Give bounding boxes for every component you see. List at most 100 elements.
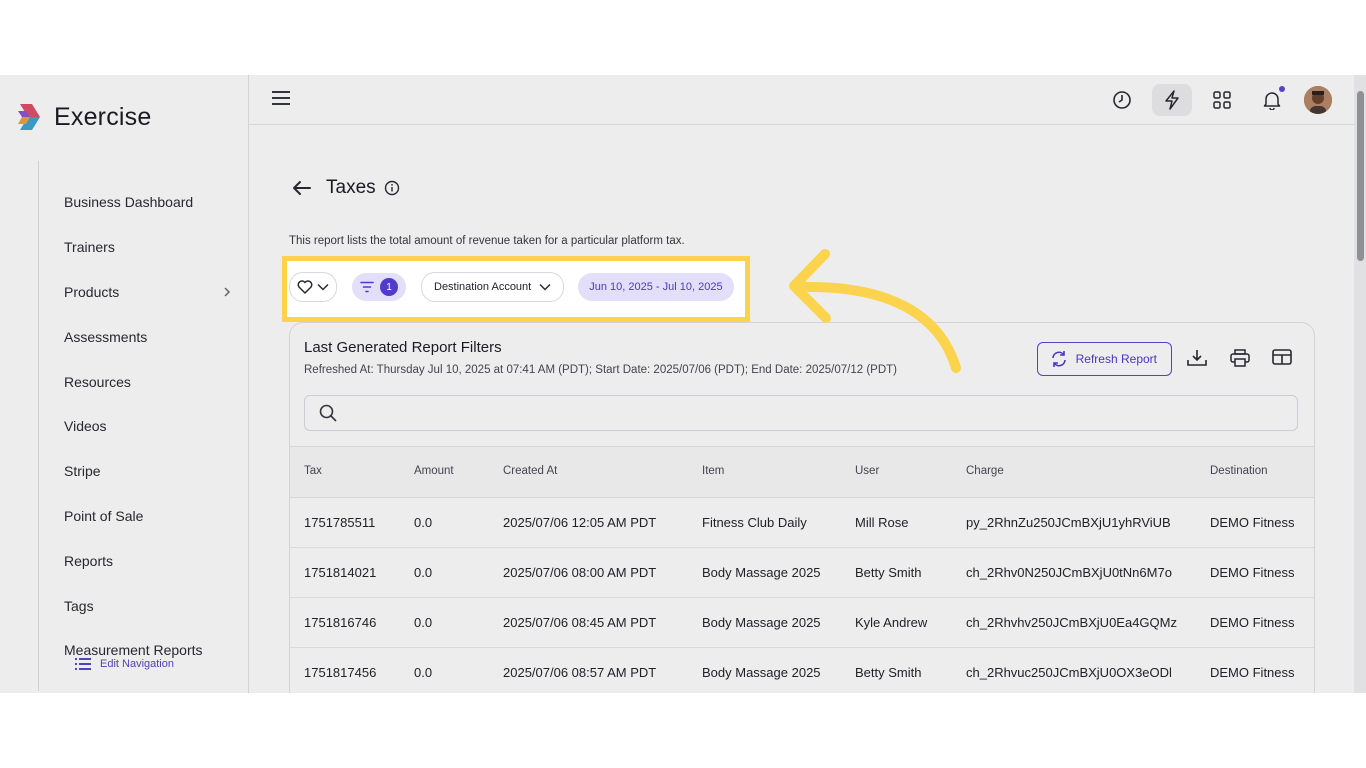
- cell-destination: DEMO Fitness: [1210, 565, 1295, 580]
- table-header: Tax Amount Created At Item User Charge D…: [290, 446, 1314, 498]
- sidebar-item-label: Measurement Reports: [64, 642, 203, 659]
- report-title: Last Generated Report Filters: [304, 339, 502, 356]
- sidebar-item-label: Trainers: [64, 239, 115, 256]
- column-header-created-at[interactable]: Created At: [503, 465, 557, 477]
- edit-navigation-label: Edit Navigation: [100, 658, 174, 670]
- sidebar-item-reports[interactable]: Reports: [64, 538, 234, 583]
- sidebar: Exercise Business Dashboard Trainers Pro…: [0, 75, 249, 693]
- chevron-right-icon: [224, 287, 231, 297]
- sidebar-item-business-dashboard[interactable]: Business Dashboard: [64, 180, 234, 225]
- sidebar-item-label: Resources: [64, 373, 131, 390]
- cell-item: Body Massage 2025: [702, 615, 821, 630]
- history-icon[interactable]: [1102, 84, 1142, 116]
- cell-tax: 1751814021: [304, 565, 377, 580]
- search-input[interactable]: [304, 395, 1298, 431]
- user-avatar[interactable]: [1304, 86, 1332, 114]
- edit-navigation-link[interactable]: Edit Navigation: [75, 657, 174, 671]
- sidebar-item-stripe[interactable]: Stripe: [64, 449, 234, 494]
- table-row[interactable]: 1751785511 0.0 2025/07/06 12:05 AM PDT F…: [290, 497, 1314, 548]
- search-icon: [319, 404, 337, 422]
- chevron-down-icon: [317, 283, 329, 291]
- logo-icon: [16, 102, 44, 132]
- cell-charge: py_2RhnZu250JCmBXjU1yhRViUB: [966, 515, 1171, 530]
- cell-user: Betty Smith: [855, 565, 922, 580]
- cell-amount: 0.0: [414, 565, 433, 580]
- top-bar: [249, 75, 1354, 125]
- app-logo[interactable]: Exercise: [16, 102, 151, 132]
- download-icon[interactable]: [1187, 349, 1207, 372]
- column-header-user[interactable]: User: [855, 465, 879, 477]
- sidebar-item-label: Videos: [64, 418, 107, 435]
- destination-account-dropdown[interactable]: Destination Account: [421, 272, 565, 302]
- column-header-destination[interactable]: Destination: [1210, 465, 1268, 477]
- bell-icon[interactable]: [1252, 84, 1292, 116]
- cell-item: Fitness Club Daily: [702, 515, 807, 530]
- date-range-picker[interactable]: Jun 10, 2025 - Jul 10, 2025: [578, 273, 734, 301]
- column-header-tax[interactable]: Tax: [304, 465, 322, 477]
- chevron-down-icon: [539, 283, 551, 291]
- table-view-icon[interactable]: [1272, 349, 1292, 370]
- menu-icon[interactable]: [272, 91, 290, 110]
- cell-created-at: 2025/07/06 08:00 AM PDT: [503, 565, 657, 580]
- cell-charge: ch_2Rhvuc250JCmBXjU0OX3eODl: [966, 665, 1172, 680]
- cell-destination: DEMO Fitness: [1210, 615, 1295, 630]
- column-header-item[interactable]: Item: [702, 465, 724, 477]
- sidebar-item-videos[interactable]: Videos: [64, 404, 234, 449]
- sidebar-item-tags[interactable]: Tags: [64, 583, 234, 628]
- scrollbar-thumb[interactable]: [1357, 91, 1364, 261]
- sidebar-item-products[interactable]: Products: [64, 270, 234, 315]
- table-row[interactable]: 1751814021 0.0 2025/07/06 08:00 AM PDT B…: [290, 547, 1314, 598]
- list-icon: [75, 658, 91, 670]
- favorites-dropdown[interactable]: [289, 272, 337, 302]
- cell-amount: 0.0: [414, 615, 433, 630]
- cell-destination: DEMO Fitness: [1210, 665, 1295, 680]
- sidebar-item-label: Assessments: [64, 328, 148, 345]
- sidebar-item-label: Tags: [64, 597, 94, 614]
- cell-amount: 0.0: [414, 515, 433, 530]
- print-icon[interactable]: [1230, 349, 1250, 372]
- column-header-charge[interactable]: Charge: [966, 465, 1004, 477]
- app-name: Exercise: [54, 102, 152, 131]
- cell-user: Betty Smith: [855, 665, 922, 680]
- sidebar-item-label: Stripe: [64, 463, 101, 480]
- table-row[interactable]: 1751817456 0.0 2025/07/06 08:57 AM PDT B…: [290, 647, 1314, 693]
- cell-destination: DEMO Fitness: [1210, 515, 1295, 530]
- table-row[interactable]: 1751816746 0.0 2025/07/06 08:45 AM PDT B…: [290, 597, 1314, 648]
- sidebar-item-label: Point of Sale: [64, 507, 144, 524]
- cell-created-at: 2025/07/06 12:05 AM PDT: [503, 515, 657, 530]
- page-scrollbar[interactable]: [1354, 75, 1366, 693]
- sidebar-item-resources[interactable]: Resources: [64, 359, 234, 404]
- sidebar-item-label: Reports: [64, 552, 114, 569]
- page-header: Taxes: [292, 177, 400, 199]
- filter-count-badge: 1: [380, 278, 398, 296]
- column-header-amount[interactable]: Amount: [414, 465, 454, 477]
- cell-user: Kyle Andrew: [855, 615, 928, 630]
- filter-bar: 1 Destination Account Jun 10, 2025 - Jul…: [289, 272, 734, 302]
- apps-grid-icon[interactable]: [1202, 84, 1242, 116]
- page-title: Taxes: [326, 177, 376, 198]
- cell-tax: 1751817456: [304, 665, 377, 680]
- bolt-icon[interactable]: [1152, 84, 1192, 116]
- destination-account-label: Destination Account: [434, 281, 532, 293]
- cell-charge: ch_2Rhvhv250JCmBXjU0Ea4GQMz: [966, 615, 1177, 630]
- sidebar-item-point-of-sale[interactable]: Point of Sale: [64, 494, 234, 539]
- sidebar-item-assessments[interactable]: Assessments: [64, 314, 234, 359]
- info-icon[interactable]: [384, 180, 400, 196]
- cell-charge: ch_2Rhv0N250JCmBXjU0tNn6M7o: [966, 565, 1172, 580]
- refresh-report-button[interactable]: Refresh Report: [1036, 342, 1172, 376]
- sidebar-nav: Business Dashboard Trainers Products Ass…: [64, 180, 234, 673]
- cell-created-at: 2025/07/06 08:57 AM PDT: [503, 665, 657, 680]
- sidebar-item-label: Business Dashboard: [64, 194, 194, 211]
- heart-icon: [297, 280, 313, 294]
- back-arrow-icon[interactable]: [292, 180, 312, 196]
- sidebar-item-trainers[interactable]: Trainers: [64, 225, 234, 270]
- filter-button[interactable]: 1: [352, 273, 406, 301]
- cell-item: Body Massage 2025: [702, 565, 821, 580]
- cell-item: Body Massage 2025: [702, 665, 821, 680]
- sidebar-item-label: Products: [64, 283, 120, 300]
- top-icons: [1092, 84, 1332, 116]
- cell-created-at: 2025/07/06 08:45 AM PDT: [503, 615, 657, 630]
- notification-dot: [1279, 86, 1285, 92]
- filter-icon: [360, 281, 374, 293]
- refresh-report-label: Refresh Report: [1075, 352, 1157, 366]
